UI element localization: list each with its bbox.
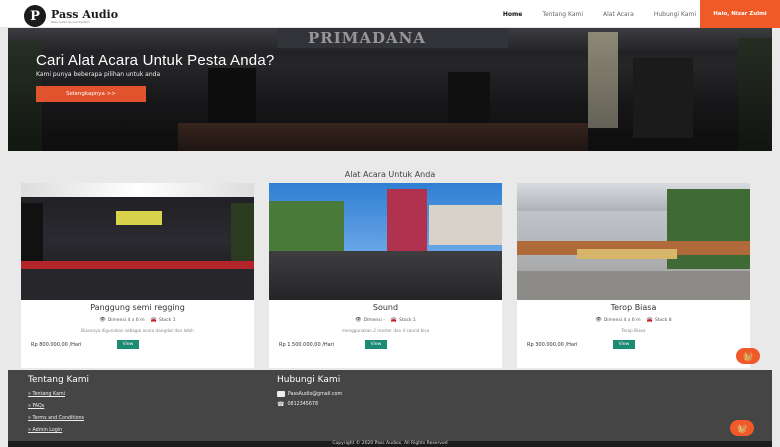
- copyright: Copyright © 2020 Pass Audios. All Rights…: [8, 441, 772, 447]
- product-card: Terop Biasa 👁 Dimensi 4 x 6 m 🚘 Stock 8 …: [517, 183, 750, 368]
- brand-name: Pass Audio: [51, 7, 119, 21]
- nav-link-home[interactable]: Home: [503, 11, 522, 18]
- product-name: Panggung semi regging: [90, 303, 185, 312]
- product-stock: Stock 1: [158, 317, 176, 323]
- footer-contact-title: Hubungi Kami: [277, 375, 341, 385]
- cart-icon[interactable]: 🧺: [736, 348, 760, 364]
- product-price: Rp 800.000,00 /Hari: [31, 342, 82, 348]
- hero-title: Cari Alat Acara Untuk Pesta Anda?: [36, 52, 275, 69]
- product-card: Sound 👁 Dimensi - 🚘 Stock 1 menggunakan …: [269, 183, 502, 368]
- product-image-stage[interactable]: [21, 183, 254, 300]
- product-dimension: Dimensi 4 x 6 m: [603, 317, 641, 323]
- brand-logo[interactable]: P Pass Audio Pass Audio Sound System: [24, 5, 118, 27]
- logo-icon: P: [24, 5, 46, 27]
- product-name: Sound: [372, 303, 399, 312]
- product-description: Biasanya digunakan sebagai acara dangdut…: [81, 328, 194, 333]
- user-menu-button[interactable]: Halo, Nizar Zulmi: [700, 0, 780, 28]
- cart-icon[interactable]: 🧺: [730, 420, 754, 436]
- car-icon: 🚘: [390, 317, 398, 323]
- product-image-tent[interactable]: [517, 183, 750, 300]
- hero-more-button[interactable]: Selengkapnya >>: [36, 86, 146, 102]
- product-dimension: Dimensi 4 x 6 m: [107, 317, 145, 323]
- nav-link-about[interactable]: Tentang Kami: [542, 11, 583, 18]
- footer-link-admin[interactable]: » Admin Login: [28, 428, 62, 433]
- footer: Tentang Kami » Tentang Kami » FAQs » Ter…: [8, 370, 772, 441]
- product-image-sound[interactable]: [269, 183, 502, 300]
- view-button[interactable]: View: [117, 340, 139, 349]
- product-stock: Stock 8: [654, 317, 672, 323]
- footer-link-terms[interactable]: » Terms and Conditions: [28, 416, 84, 421]
- footer-email[interactable]: PassAudio@gmail.com: [277, 391, 342, 397]
- footer-phone: ☎ 0812345678: [277, 401, 319, 408]
- eye-icon: 👁: [355, 317, 362, 323]
- nav-link-contact[interactable]: Hubungi Kami: [654, 11, 696, 18]
- hero-banner: PRIMADANA Cari Alat Acara Untuk Pesta An…: [8, 28, 772, 151]
- product-description: menggunakan 2 master dan 4 sound bisa: [341, 328, 430, 333]
- product-description: Terop Biasa: [621, 328, 646, 333]
- product-card: Panggung semi regging 👁 Dimensi 4 x 6 m …: [21, 183, 254, 368]
- section-title: Alat Acara Untuk Anda: [344, 170, 436, 179]
- navbar: P Pass Audio Pass Audio Sound System Hom…: [0, 0, 780, 28]
- envelope-icon: [277, 391, 285, 397]
- car-icon: 🚘: [150, 317, 157, 323]
- hero-subtitle: Kami punya beberapa pilihan untuk anda: [36, 71, 161, 78]
- footer-link-about[interactable]: » Tentang Kami: [28, 392, 65, 397]
- product-name: Terop Biasa: [610, 303, 657, 312]
- nav-links: Home Tentang Kami Alat Acara Hubungi Kam…: [483, 0, 696, 28]
- footer-about-title: Tentang Kami: [28, 375, 90, 385]
- product-price: Rp 1.500.000,00 /Hari: [279, 342, 335, 348]
- product-price: Rp 300.000,00 /Hari: [527, 342, 578, 348]
- eye-icon: 👁: [595, 317, 602, 323]
- phone-icon: ☎: [277, 401, 285, 408]
- nav-link-equipment[interactable]: Alat Acara: [603, 11, 634, 18]
- view-button[interactable]: View: [613, 340, 635, 349]
- car-icon: 🚘: [646, 317, 653, 323]
- view-button[interactable]: View: [365, 340, 387, 349]
- product-dimension: Dimensi -: [363, 317, 385, 323]
- eye-icon: 👁: [99, 317, 106, 323]
- product-stock: Stock 1: [399, 317, 416, 323]
- brand-tagline: Pass Audio Sound System: [51, 19, 90, 24]
- footer-link-faqs[interactable]: » FAQs: [28, 404, 44, 409]
